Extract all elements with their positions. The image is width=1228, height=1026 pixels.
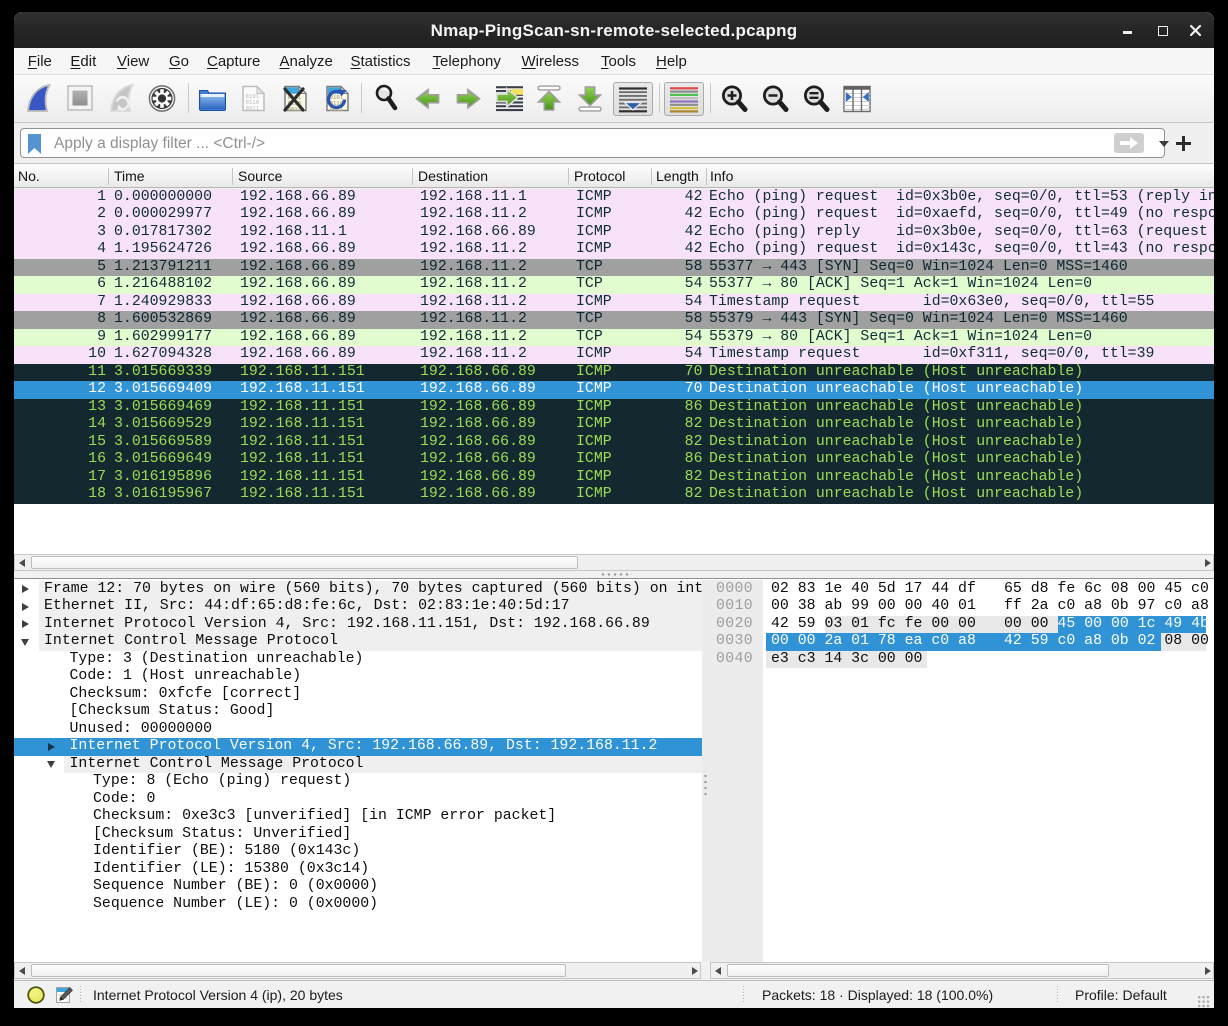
svg-text:0011: 0011 [246,106,260,112]
